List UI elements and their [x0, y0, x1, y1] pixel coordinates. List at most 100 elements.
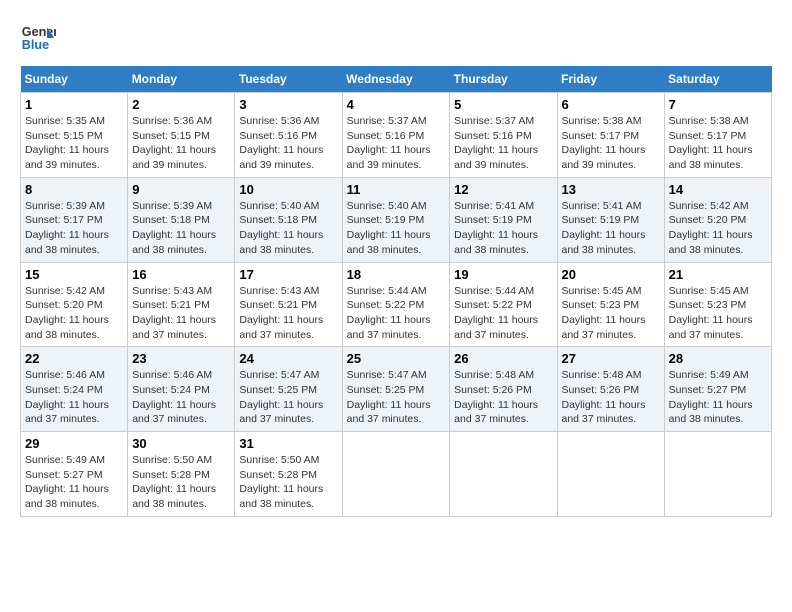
day-info: Sunrise: 5:48 AMSunset: 5:26 PMDaylight:… — [562, 369, 646, 425]
day-number: 23 — [132, 351, 230, 366]
day-number: 29 — [25, 436, 123, 451]
calendar-cell: 12 Sunrise: 5:41 AMSunset: 5:19 PMDaylig… — [450, 177, 557, 262]
day-number: 14 — [669, 182, 767, 197]
day-info: Sunrise: 5:42 AMSunset: 5:20 PMDaylight:… — [25, 285, 109, 341]
calendar-week-row: 15 Sunrise: 5:42 AMSunset: 5:20 PMDaylig… — [21, 262, 772, 347]
day-number: 31 — [239, 436, 337, 451]
day-info: Sunrise: 5:38 AMSunset: 5:17 PMDaylight:… — [562, 115, 646, 171]
day-number: 17 — [239, 267, 337, 282]
day-number: 16 — [132, 267, 230, 282]
day-number: 9 — [132, 182, 230, 197]
calendar-cell: 19 Sunrise: 5:44 AMSunset: 5:22 PMDaylig… — [450, 262, 557, 347]
day-number: 27 — [562, 351, 660, 366]
day-info: Sunrise: 5:40 AMSunset: 5:19 PMDaylight:… — [347, 200, 431, 256]
day-info: Sunrise: 5:39 AMSunset: 5:18 PMDaylight:… — [132, 200, 216, 256]
day-number: 15 — [25, 267, 123, 282]
calendar-cell: 24 Sunrise: 5:47 AMSunset: 5:25 PMDaylig… — [235, 347, 342, 432]
calendar-cell: 17 Sunrise: 5:43 AMSunset: 5:21 PMDaylig… — [235, 262, 342, 347]
calendar-cell — [450, 432, 557, 517]
day-info: Sunrise: 5:48 AMSunset: 5:26 PMDaylight:… — [454, 369, 538, 425]
calendar-cell: 14 Sunrise: 5:42 AMSunset: 5:20 PMDaylig… — [664, 177, 771, 262]
day-info: Sunrise: 5:47 AMSunset: 5:25 PMDaylight:… — [347, 369, 431, 425]
logo-icon: General Blue — [20, 20, 56, 56]
weekday-header-row: SundayMondayTuesdayWednesdayThursdayFrid… — [21, 66, 772, 93]
calendar-cell: 2 Sunrise: 5:36 AMSunset: 5:15 PMDayligh… — [128, 93, 235, 178]
day-info: Sunrise: 5:38 AMSunset: 5:17 PMDaylight:… — [669, 115, 753, 171]
calendar-cell: 9 Sunrise: 5:39 AMSunset: 5:18 PMDayligh… — [128, 177, 235, 262]
day-number: 30 — [132, 436, 230, 451]
day-info: Sunrise: 5:37 AMSunset: 5:16 PMDaylight:… — [454, 115, 538, 171]
calendar-cell — [342, 432, 450, 517]
calendar-cell: 16 Sunrise: 5:43 AMSunset: 5:21 PMDaylig… — [128, 262, 235, 347]
day-info: Sunrise: 5:46 AMSunset: 5:24 PMDaylight:… — [132, 369, 216, 425]
weekday-header-monday: Monday — [128, 66, 235, 93]
calendar-week-row: 8 Sunrise: 5:39 AMSunset: 5:17 PMDayligh… — [21, 177, 772, 262]
day-number: 10 — [239, 182, 337, 197]
calendar-cell: 18 Sunrise: 5:44 AMSunset: 5:22 PMDaylig… — [342, 262, 450, 347]
calendar-cell: 11 Sunrise: 5:40 AMSunset: 5:19 PMDaylig… — [342, 177, 450, 262]
day-number: 24 — [239, 351, 337, 366]
calendar-cell: 22 Sunrise: 5:46 AMSunset: 5:24 PMDaylig… — [21, 347, 128, 432]
day-info: Sunrise: 5:40 AMSunset: 5:18 PMDaylight:… — [239, 200, 323, 256]
calendar-cell: 27 Sunrise: 5:48 AMSunset: 5:26 PMDaylig… — [557, 347, 664, 432]
day-number: 28 — [669, 351, 767, 366]
day-info: Sunrise: 5:36 AMSunset: 5:16 PMDaylight:… — [239, 115, 323, 171]
calendar-cell: 4 Sunrise: 5:37 AMSunset: 5:16 PMDayligh… — [342, 93, 450, 178]
day-number: 21 — [669, 267, 767, 282]
day-info: Sunrise: 5:36 AMSunset: 5:15 PMDaylight:… — [132, 115, 216, 171]
calendar-cell: 25 Sunrise: 5:47 AMSunset: 5:25 PMDaylig… — [342, 347, 450, 432]
calendar-week-row: 22 Sunrise: 5:46 AMSunset: 5:24 PMDaylig… — [21, 347, 772, 432]
day-info: Sunrise: 5:41 AMSunset: 5:19 PMDaylight:… — [562, 200, 646, 256]
day-number: 4 — [347, 97, 446, 112]
day-info: Sunrise: 5:50 AMSunset: 5:28 PMDaylight:… — [239, 454, 323, 510]
day-info: Sunrise: 5:49 AMSunset: 5:27 PMDaylight:… — [669, 369, 753, 425]
day-info: Sunrise: 5:49 AMSunset: 5:27 PMDaylight:… — [25, 454, 109, 510]
day-info: Sunrise: 5:44 AMSunset: 5:22 PMDaylight:… — [347, 285, 431, 341]
calendar-cell: 10 Sunrise: 5:40 AMSunset: 5:18 PMDaylig… — [235, 177, 342, 262]
day-number: 12 — [454, 182, 552, 197]
day-info: Sunrise: 5:37 AMSunset: 5:16 PMDaylight:… — [347, 115, 431, 171]
calendar-cell: 26 Sunrise: 5:48 AMSunset: 5:26 PMDaylig… — [450, 347, 557, 432]
calendar-cell: 31 Sunrise: 5:50 AMSunset: 5:28 PMDaylig… — [235, 432, 342, 517]
calendar-cell: 28 Sunrise: 5:49 AMSunset: 5:27 PMDaylig… — [664, 347, 771, 432]
calendar-cell: 23 Sunrise: 5:46 AMSunset: 5:24 PMDaylig… — [128, 347, 235, 432]
calendar-cell — [664, 432, 771, 517]
day-number: 19 — [454, 267, 552, 282]
calendar-cell: 1 Sunrise: 5:35 AMSunset: 5:15 PMDayligh… — [21, 93, 128, 178]
day-number: 2 — [132, 97, 230, 112]
day-number: 1 — [25, 97, 123, 112]
day-number: 8 — [25, 182, 123, 197]
day-number: 18 — [347, 267, 446, 282]
day-info: Sunrise: 5:47 AMSunset: 5:25 PMDaylight:… — [239, 369, 323, 425]
day-info: Sunrise: 5:50 AMSunset: 5:28 PMDaylight:… — [132, 454, 216, 510]
day-number: 25 — [347, 351, 446, 366]
svg-text:Blue: Blue — [22, 38, 49, 52]
day-info: Sunrise: 5:39 AMSunset: 5:17 PMDaylight:… — [25, 200, 109, 256]
day-number: 20 — [562, 267, 660, 282]
calendar-table: SundayMondayTuesdayWednesdayThursdayFrid… — [20, 66, 772, 517]
calendar-cell: 6 Sunrise: 5:38 AMSunset: 5:17 PMDayligh… — [557, 93, 664, 178]
calendar-week-row: 1 Sunrise: 5:35 AMSunset: 5:15 PMDayligh… — [21, 93, 772, 178]
calendar-cell: 21 Sunrise: 5:45 AMSunset: 5:23 PMDaylig… — [664, 262, 771, 347]
calendar-cell: 3 Sunrise: 5:36 AMSunset: 5:16 PMDayligh… — [235, 93, 342, 178]
calendar-cell: 7 Sunrise: 5:38 AMSunset: 5:17 PMDayligh… — [664, 93, 771, 178]
day-number: 7 — [669, 97, 767, 112]
calendar-cell: 20 Sunrise: 5:45 AMSunset: 5:23 PMDaylig… — [557, 262, 664, 347]
day-info: Sunrise: 5:46 AMSunset: 5:24 PMDaylight:… — [25, 369, 109, 425]
day-number: 5 — [454, 97, 552, 112]
day-number: 26 — [454, 351, 552, 366]
day-number: 11 — [347, 182, 446, 197]
day-info: Sunrise: 5:44 AMSunset: 5:22 PMDaylight:… — [454, 285, 538, 341]
calendar-cell: 13 Sunrise: 5:41 AMSunset: 5:19 PMDaylig… — [557, 177, 664, 262]
weekday-header-friday: Friday — [557, 66, 664, 93]
calendar-cell: 5 Sunrise: 5:37 AMSunset: 5:16 PMDayligh… — [450, 93, 557, 178]
weekday-header-thursday: Thursday — [450, 66, 557, 93]
calendar-week-row: 29 Sunrise: 5:49 AMSunset: 5:27 PMDaylig… — [21, 432, 772, 517]
day-number: 6 — [562, 97, 660, 112]
day-number: 13 — [562, 182, 660, 197]
day-info: Sunrise: 5:42 AMSunset: 5:20 PMDaylight:… — [669, 200, 753, 256]
calendar-cell: 8 Sunrise: 5:39 AMSunset: 5:17 PMDayligh… — [21, 177, 128, 262]
day-number: 22 — [25, 351, 123, 366]
logo: General Blue — [20, 20, 56, 56]
day-info: Sunrise: 5:45 AMSunset: 5:23 PMDaylight:… — [669, 285, 753, 341]
